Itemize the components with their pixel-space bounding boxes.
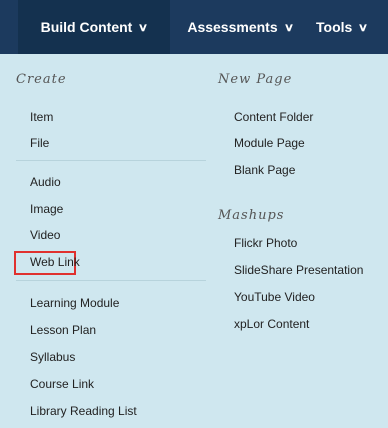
tab-assessments[interactable]: Assessments ∨	[178, 0, 302, 54]
menu-item-image[interactable]: Image	[30, 202, 63, 216]
menu-item-item[interactable]: Item	[30, 110, 53, 124]
menu-item-flickr-photo[interactable]: Flickr Photo	[234, 236, 297, 250]
course-menu-bar: Build Content ∨ Assessments ∨ Tools ∨	[0, 0, 388, 54]
menu-item-syllabus[interactable]: Syllabus	[30, 350, 75, 364]
build-content-dropdown: Create Item File Audio Image Video Web L…	[0, 54, 388, 428]
menu-item-xplor-content[interactable]: xpLor Content	[234, 317, 309, 331]
divider	[16, 280, 206, 281]
tab-label: Tools	[316, 19, 353, 35]
menu-item-web-link[interactable]: Web Link	[30, 255, 80, 269]
menu-item-library-reading-list[interactable]: Library Reading List	[30, 404, 137, 418]
menu-item-blank-page[interactable]: Blank Page	[234, 163, 295, 177]
chevron-down-icon: ∨	[138, 21, 149, 34]
create-heading: Create	[16, 72, 67, 87]
mashups-heading: Mashups	[218, 208, 285, 223]
new-page-heading: New Page	[218, 72, 293, 87]
menu-item-course-link[interactable]: Course Link	[30, 377, 94, 391]
tab-build-content[interactable]: Build Content ∨	[18, 0, 170, 54]
menu-item-audio[interactable]: Audio	[30, 175, 61, 189]
menu-item-youtube-video[interactable]: YouTube Video	[234, 290, 315, 304]
menu-item-module-page[interactable]: Module Page	[234, 136, 305, 150]
menu-item-file[interactable]: File	[30, 136, 49, 150]
divider	[16, 160, 206, 161]
menu-item-content-folder[interactable]: Content Folder	[234, 110, 313, 124]
tab-tools[interactable]: Tools ∨	[312, 0, 388, 54]
menu-item-video[interactable]: Video	[30, 228, 60, 242]
menu-item-slideshare-presentation[interactable]: SlideShare Presentation	[234, 263, 363, 277]
chevron-down-icon: ∨	[358, 21, 369, 34]
chevron-down-icon: ∨	[283, 21, 294, 34]
tab-label: Assessments	[187, 19, 278, 35]
menu-item-learning-module[interactable]: Learning Module	[30, 296, 119, 310]
tab-label: Build Content	[40, 19, 133, 35]
menu-item-lesson-plan[interactable]: Lesson Plan	[30, 323, 96, 337]
